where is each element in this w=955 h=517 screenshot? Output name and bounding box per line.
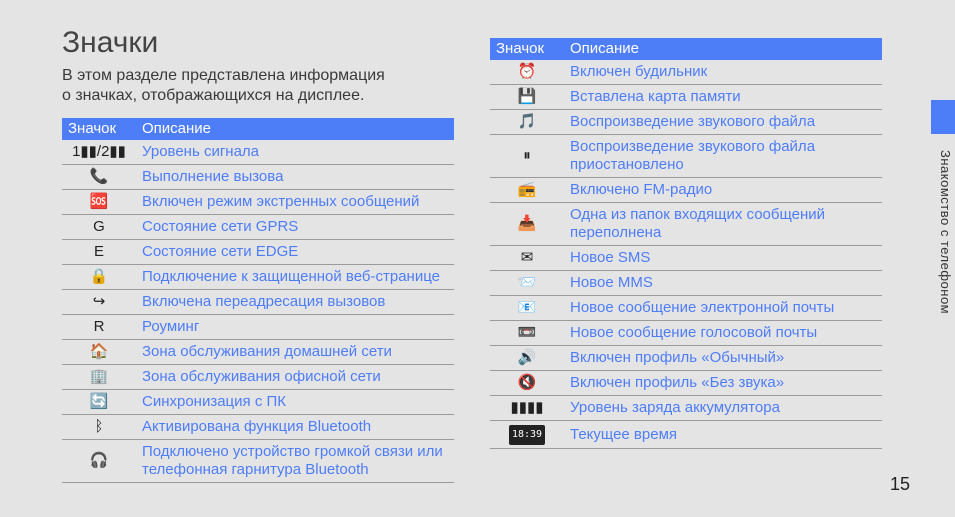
sdcard-icon: 💾 (490, 85, 564, 110)
icon-description: Уровень заряда аккумулятора (564, 396, 882, 421)
table-row: 📨Новое MMS (490, 271, 882, 296)
table-row: ⏰Включен будильник (490, 60, 882, 85)
sos-icon: 🆘 (62, 190, 136, 215)
table-row: 🎧Подключено устройство громкой связи или… (62, 440, 454, 483)
table-row: ✉Новое SMS (490, 246, 882, 271)
page-title: Значки (62, 26, 158, 60)
icon-description: Включен профиль «Без звука» (564, 371, 882, 396)
alarm-icon: ⏰ (490, 60, 564, 85)
bluetooth-icon: ᛒ (62, 415, 136, 440)
page-number: 15 (890, 474, 910, 495)
icons-table-left: Значок Описание 1▮▮/2▮▮Уровень сигнала📞В… (62, 118, 454, 483)
icons-table-right: Значок Описание ⏰Включен будильник💾Встав… (490, 38, 882, 449)
table-row: EСостояние сети EDGE (62, 240, 454, 265)
icon-description: Зона обслуживания офисной сети (136, 365, 454, 390)
icon-description: Новое сообщение голосовой почты (564, 321, 882, 346)
signal-icon: 1▮▮/2▮▮ (62, 140, 136, 165)
mms-icon: 📨 (490, 271, 564, 296)
intro-text: В этом разделе представлена информация о… (62, 66, 462, 106)
table-row: 📻Включено FM-радио (490, 178, 882, 203)
icon-description: Текущее время (564, 421, 882, 449)
table-row: 🔇Включен профиль «Без звука» (490, 371, 882, 396)
inbox-full-icon: 📥 (490, 203, 564, 246)
table-row: 💾Вставлена карта памяти (490, 85, 882, 110)
side-tab-label: Знакомство с телефоном (933, 150, 953, 450)
icon-description: Активирована функция Bluetooth (136, 415, 454, 440)
table-row: GСостояние сети GPRS (62, 215, 454, 240)
icon-description: Роуминг (136, 315, 454, 340)
icon-description: Новое сообщение электронной почты (564, 296, 882, 321)
table-row: 🏠Зона обслуживания домашней сети (62, 340, 454, 365)
home-icon: 🏠 (62, 340, 136, 365)
table-row: ⏸Воспроизведение звукового файла приоста… (490, 135, 882, 178)
gprs-icon: G (62, 215, 136, 240)
audio-play-icon: 🎵 (490, 110, 564, 135)
icon-description: Включен будильник (564, 60, 882, 85)
icon-description: Состояние сети GPRS (136, 215, 454, 240)
header-desc: Описание (564, 38, 882, 60)
icon-description: Вставлена карта памяти (564, 85, 882, 110)
icon-description: Воспроизведение звукового файла (564, 110, 882, 135)
icon-description: Включена переадресация вызовов (136, 290, 454, 315)
table-row: 🔄Синхронизация с ПК (62, 390, 454, 415)
icon-description: Выполнение вызова (136, 165, 454, 190)
table-row: 🎵Воспроизведение звукового файла (490, 110, 882, 135)
roaming-icon: R (62, 315, 136, 340)
icon-description: Уровень сигнала (136, 140, 454, 165)
table-row: ↪Включена переадресация вызовов (62, 290, 454, 315)
table-row: 🆘Включен режим экстренных сообщений (62, 190, 454, 215)
icon-description: Подключено устройство громкой связи или … (136, 440, 454, 483)
icon-description: Включено FM-радио (564, 178, 882, 203)
table-row: 🔊Включен профиль «Обычный» (490, 346, 882, 371)
call-fwd-icon: ↪ (62, 290, 136, 315)
call-icon: 📞 (62, 165, 136, 190)
table-row: 🔒Подключение к защищенной веб-странице (62, 265, 454, 290)
icon-description: Новое MMS (564, 271, 882, 296)
icon-description: Включен режим экстренных сообщений (136, 190, 454, 215)
battery-icon: ▮▮▮▮ (490, 396, 564, 421)
normal-prof-icon: 🔊 (490, 346, 564, 371)
sms-icon: ✉ (490, 246, 564, 271)
sync-icon: 🔄 (62, 390, 136, 415)
icon-description: Новое SMS (564, 246, 882, 271)
table-row: 📥Одна из папок входящих сообщений перепо… (490, 203, 882, 246)
icon-description: Подключение к защищенной веб-странице (136, 265, 454, 290)
icon-description: Синхронизация с ПК (136, 390, 454, 415)
audio-pause-icon: ⏸ (490, 135, 564, 178)
icon-description: Воспроизведение звукового файла приостан… (564, 135, 882, 178)
icon-description: Включен профиль «Обычный» (564, 346, 882, 371)
header-desc: Описание (136, 118, 454, 140)
fm-radio-icon: 📻 (490, 178, 564, 203)
table-row: 📧Новое сообщение электронной почты (490, 296, 882, 321)
table-row: 🏢Зона обслуживания офисной сети (62, 365, 454, 390)
clock-icon: 18:39 (490, 421, 564, 449)
secure-web-icon: 🔒 (62, 265, 136, 290)
table-row: ᛒАктивирована функция Bluetooth (62, 415, 454, 440)
table-row: 📞Выполнение вызова (62, 165, 454, 190)
edge-icon: E (62, 240, 136, 265)
voicemail-icon: 📼 (490, 321, 564, 346)
table-row: RРоуминг (62, 315, 454, 340)
icon-description: Зона обслуживания домашней сети (136, 340, 454, 365)
bt-audio-icon: 🎧 (62, 440, 136, 483)
office-icon: 🏢 (62, 365, 136, 390)
table-row: 18:39Текущее время (490, 421, 882, 449)
email-icon: 📧 (490, 296, 564, 321)
silent-prof-icon: 🔇 (490, 371, 564, 396)
table-row: 📼Новое сообщение голосовой почты (490, 321, 882, 346)
icon-description: Состояние сети EDGE (136, 240, 454, 265)
manual-page: Значки В этом разделе представлена инфор… (0, 0, 955, 517)
header-icon: Значок (490, 38, 564, 60)
icon-description: Одна из папок входящих сообщений перепол… (564, 203, 882, 246)
table-row: ▮▮▮▮Уровень заряда аккумулятора (490, 396, 882, 421)
table-row: 1▮▮/2▮▮Уровень сигнала (62, 140, 454, 165)
header-icon: Значок (62, 118, 136, 140)
side-tab-marker (931, 100, 955, 134)
